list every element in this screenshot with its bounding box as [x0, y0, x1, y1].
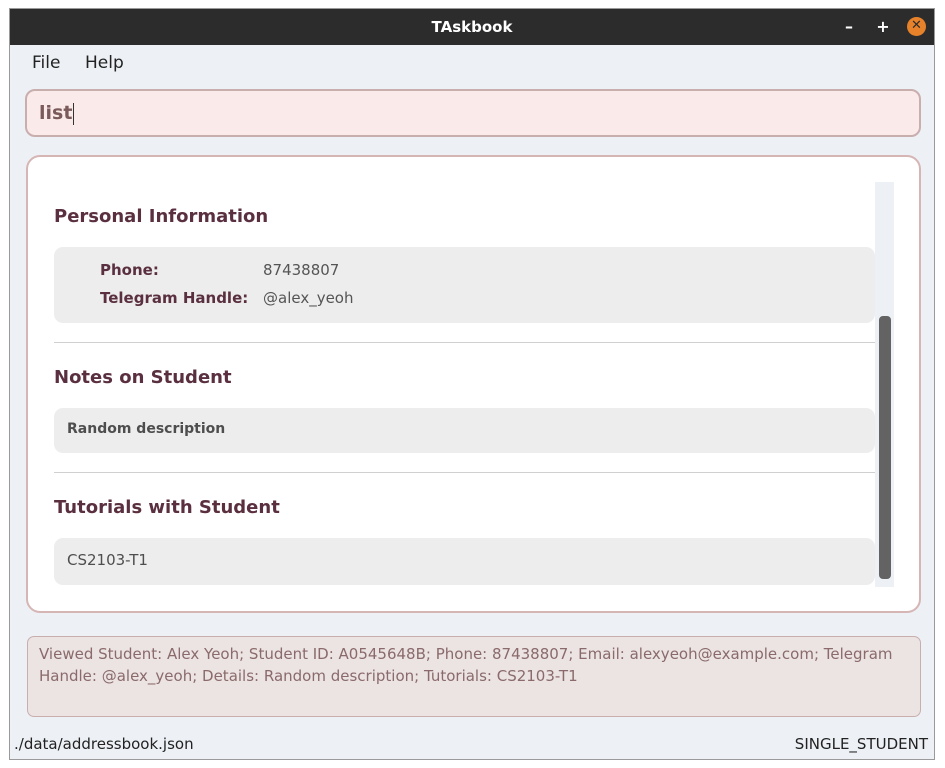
- view-mode: SINGLE_STUDENT: [794, 735, 928, 753]
- result-display[interactable]: Viewed Student: Alex Yeoh; Student ID: A…: [27, 636, 921, 717]
- notes-box: Random description: [54, 408, 875, 453]
- notes-text: Random description: [67, 421, 226, 437]
- divider: [54, 472, 875, 473]
- divider: [54, 342, 875, 343]
- scrollbar-thumb[interactable]: [879, 316, 891, 579]
- student-detail-panel: Personal Information Phone: 87438807 Tel…: [26, 155, 921, 613]
- tutorials-box: CS2103-T1: [54, 538, 875, 585]
- menu-file[interactable]: File: [32, 53, 60, 73]
- personal-info-box: Phone: 87438807 Telegram Handle: @alex_y…: [54, 247, 875, 323]
- notes-title: Notes on Student: [54, 367, 232, 388]
- result-text: Viewed Student: Alex Yeoh; Student ID: A…: [39, 645, 893, 685]
- window-title: TAskbook: [431, 18, 513, 36]
- close-icon[interactable]: ✕: [907, 17, 926, 36]
- tutorials-title: Tutorials with Student: [54, 497, 280, 518]
- phone-value: 87438807: [263, 261, 340, 279]
- command-value: list: [39, 102, 73, 124]
- personal-info-title: Personal Information: [54, 206, 269, 227]
- telegram-value: @alex_yeoh: [263, 289, 354, 307]
- data-file-path: ./data/addressbook.json: [14, 735, 194, 753]
- command-input[interactable]: list: [25, 89, 921, 137]
- maximize-icon[interactable]: +: [873, 17, 893, 37]
- menu-help[interactable]: Help: [85, 53, 124, 73]
- status-bar: ./data/addressbook.json SINGLE_STUDENT: [10, 729, 934, 759]
- menu-bar: File Help: [10, 45, 934, 81]
- minimize-icon[interactable]: –: [839, 17, 859, 37]
- tutorial-item: CS2103-T1: [67, 551, 148, 569]
- app-window: TAskbook – + ✕ File Help list Personal I…: [9, 8, 935, 760]
- telegram-label: Telegram Handle:: [100, 289, 249, 307]
- text-caret: [73, 102, 75, 125]
- title-bar: TAskbook – + ✕: [10, 9, 934, 45]
- command-value-wrap: list: [39, 102, 75, 125]
- phone-label: Phone:: [100, 261, 159, 279]
